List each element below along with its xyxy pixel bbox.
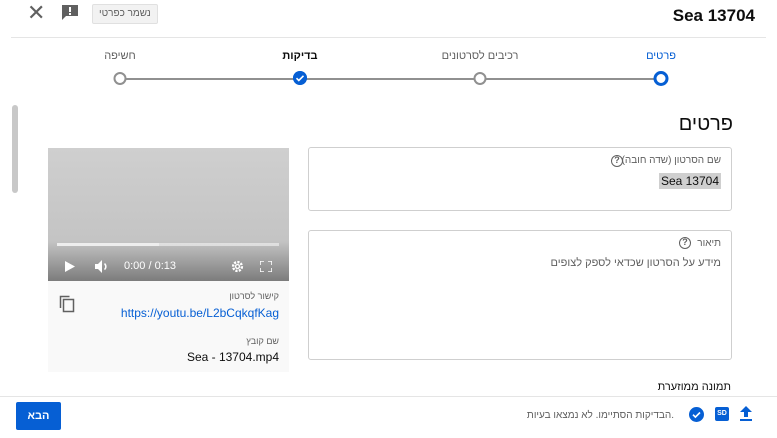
- step-visibility-label[interactable]: חשיפה: [104, 50, 136, 62]
- video-player[interactable]: 0:00 / 0:13: [48, 148, 289, 281]
- sd-quality-icon[interactable]: SD: [715, 407, 729, 421]
- thumbnail-section-title: תמונה ממוזערת: [657, 381, 731, 393]
- upload-icon[interactable]: [739, 406, 753, 422]
- step-visibility-dot[interactable]: [113, 72, 127, 85]
- video-progress-fill: [57, 243, 160, 246]
- stepper-line-middle: [300, 78, 480, 80]
- step-details-dot[interactable]: [653, 71, 669, 86]
- video-progress-bar[interactable]: [57, 243, 279, 246]
- step-elements-dot[interactable]: [473, 72, 487, 85]
- step-checks-check-icon[interactable]: [293, 71, 307, 85]
- title-field-value[interactable]: Sea 13704: [658, 173, 721, 189]
- play-icon[interactable]: [65, 261, 75, 272]
- filename-label: שם קובץ: [246, 336, 279, 346]
- title-field-label: שם הסרטון (שדה חובה): [621, 155, 721, 166]
- upload-dialog: Sea 13704 ✕ נשמר כפרטי פרטים רכיבים לסרט…: [0, 0, 777, 438]
- step-checks-label[interactable]: בדיקות: [282, 50, 317, 62]
- video-link[interactable]: https://youtu.be/L2bCqkqfKag: [121, 306, 279, 320]
- description-field[interactable]: תיאור ? מידע על הסרטון שכדאי לספק לצופים: [308, 230, 732, 360]
- scrollbar-thumb[interactable]: [12, 105, 18, 193]
- video-preview-card: 0:00 / 0:13 קישור לסרטון https://youtu.b…: [48, 148, 289, 372]
- section-title: פרטים: [678, 113, 733, 135]
- help-icon[interactable]: ?: [679, 237, 691, 249]
- stepper-line-left: [120, 78, 300, 80]
- settings-gear-icon[interactable]: [231, 260, 244, 273]
- step-details-label[interactable]: פרטים: [646, 50, 676, 62]
- copy-icon[interactable]: [59, 295, 75, 313]
- help-icon[interactable]: ?: [611, 155, 623, 167]
- description-field-label: תיאור: [697, 238, 721, 249]
- checks-status-text: הבדיקות הסתיימו. לא נמצאו בעיות.: [526, 410, 674, 421]
- volume-icon[interactable]: [95, 260, 111, 273]
- footer-divider: [0, 396, 777, 397]
- filename-value: Sea - 13704.mp4: [186, 350, 279, 364]
- fullscreen-icon[interactable]: [260, 261, 272, 272]
- next-button[interactable]: הבא: [16, 402, 61, 430]
- video-time: 0:00 / 0:13: [124, 260, 176, 272]
- title-field[interactable]: שם הסרטון (שדה חובה) ? Sea 13704: [308, 147, 732, 211]
- checks-complete-icon[interactable]: [689, 407, 704, 422]
- step-elements-label[interactable]: רכיבים לסרטונים: [442, 50, 519, 62]
- video-link-label: קישור לסרטון: [229, 291, 279, 301]
- description-placeholder[interactable]: מידע על הסרטון שכדאי לספק לצופים: [551, 257, 721, 269]
- stepper-line-right: [480, 78, 660, 80]
- upload-stepper: פרטים רכיבים לסרטונים בדיקות חשיפה: [0, 0, 777, 100]
